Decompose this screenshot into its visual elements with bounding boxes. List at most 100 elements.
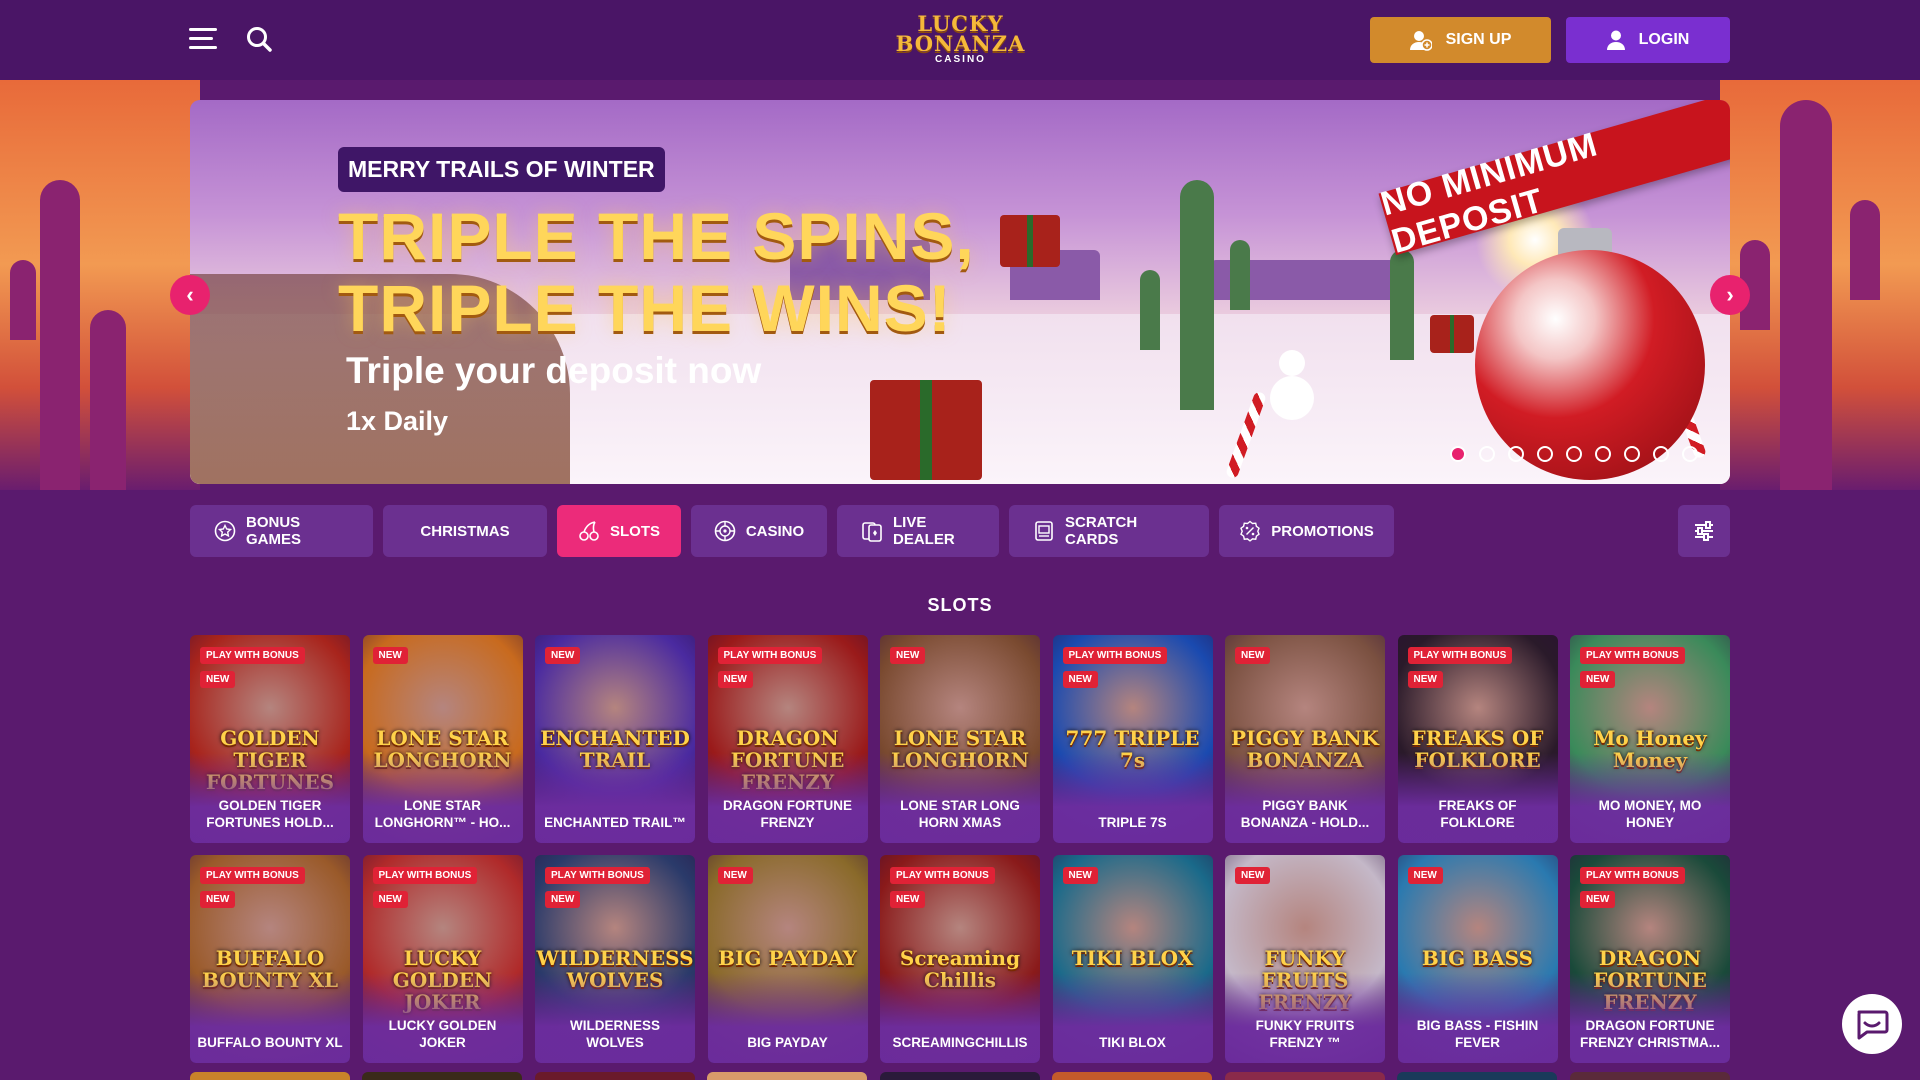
tab-label: CHRISTMAS	[420, 522, 510, 540]
logo-text-main: BONANZA	[895, 31, 1026, 56]
chat-icon	[1857, 1010, 1889, 1040]
top-header: LUCKY BONANZA CASINO SIGN UP LOGIN	[0, 0, 1920, 80]
game-card[interactable]: Mo Honey MoneyPLAY WITH BONUSNEWMO MONEY…	[1570, 635, 1730, 843]
tab-live-dealer[interactable]: LIVE DEALER	[837, 505, 999, 557]
game-title: DRAGON FORTUNE FRENZY CHRISTMA...	[1579, 1018, 1720, 1050]
new-badge: NEW	[545, 891, 581, 908]
tab-promotions[interactable]: PROMOTIONS	[1219, 505, 1394, 557]
cherries-icon	[578, 520, 600, 542]
game-card[interactable]: TIKI BLOX NEW TIKI BLOX	[1052, 855, 1213, 1063]
game-card[interactable]: DRAGON FORTUNE FRENZYPLAY WITH BONUSNEWD…	[1570, 855, 1730, 1063]
game-card[interactable]: WILDERNESS WOLVESPLAY WITH BONUSNEWWILDE…	[535, 855, 695, 1063]
background-desert-left	[0, 80, 200, 490]
site-logo[interactable]: LUCKY BONANZA CASINO	[888, 13, 1033, 66]
game-title: WILDERNESS WOLVES	[569, 1018, 660, 1050]
cards-icon	[861, 520, 883, 542]
live-chat-button[interactable]	[1842, 994, 1902, 1054]
play-with-bonus-badge: PLAY WITH BONUS	[1580, 867, 1685, 884]
play-with-bonus-badge: PLAY WITH BONUS	[1407, 647, 1513, 664]
banner-next-button[interactable]: ›	[1710, 275, 1750, 315]
new-badge: NEW	[1580, 671, 1616, 688]
tab-label: LIVE DEALER	[893, 514, 955, 548]
game-art-title: BIG PAYDAY	[718, 946, 857, 970]
star-badge-icon	[214, 520, 236, 542]
game-title: LONE STAR LONGHORN™ - HO...	[374, 798, 511, 830]
new-badge: NEW	[1407, 671, 1443, 688]
tab-label: BONUS GAMES	[246, 514, 302, 548]
menu-icon[interactable]	[189, 28, 217, 50]
game-card[interactable]: GOLDEN TIGER FORTUNESPLAY WITH BONUSNEWG…	[190, 635, 350, 843]
tab-christmas[interactable]: CHRISTMAS	[383, 505, 547, 557]
roulette-icon	[714, 520, 736, 542]
game-title: DRAGON FORTUNE FRENZY	[723, 798, 852, 830]
add-user-icon	[1409, 31, 1432, 51]
game-title: LONE STAR LONG HORN XMAS	[900, 798, 1020, 830]
game-card[interactable]: Screaming ChillisPLAY WITH BONUSNEWSCREA…	[880, 855, 1040, 1063]
banner-dot[interactable]	[1479, 446, 1495, 462]
game-card[interactable]: 777 TRIPLE 7sPLAY WITH BONUSNEWTRIPLE 7S	[1052, 635, 1213, 843]
game-card[interactable]: ENCHANTED TRAILNEWENCHANTED TRAIL™	[535, 635, 695, 843]
new-badge: NEW	[1580, 891, 1616, 908]
gift-box	[1430, 315, 1474, 353]
tab-bonus-games[interactable]: BONUS GAMES	[190, 505, 373, 557]
play-with-bonus-badge: PLAY WITH BONUS	[890, 867, 995, 884]
game-card[interactable]: DRAGON FORTUNE FRENZYPLAY WITH BONUSNEWD…	[707, 635, 868, 843]
banner-dot[interactable]	[1624, 446, 1640, 462]
signup-label: SIGN UP	[1445, 31, 1512, 48]
play-with-bonus-badge: PLAY WITH BONUS	[1062, 647, 1168, 664]
banner-dot[interactable]	[1537, 446, 1553, 462]
game-card[interactable]: BIG PAYDAY NEW BIG PAYDAY	[707, 855, 868, 1063]
section-title: SLOTS	[927, 595, 993, 615]
new-badge: NEW	[1407, 867, 1443, 884]
new-badge: NEW	[717, 867, 753, 884]
game-title: BIG PAYDAY	[747, 1035, 828, 1050]
chevron-right-icon: ›	[1726, 282, 1734, 307]
signup-button[interactable]: SIGN UP	[1370, 17, 1551, 63]
search-icon[interactable]	[245, 25, 273, 53]
gift-box	[1000, 215, 1060, 267]
banner-dot[interactable]	[1595, 446, 1611, 462]
banner-dot[interactable]	[1508, 446, 1524, 462]
banner-dot[interactable]	[1653, 446, 1669, 462]
game-card[interactable]: BIG BASS NEW BIG BASS - FISHIN FEVER	[1397, 855, 1558, 1063]
new-badge: NEW	[372, 891, 408, 908]
chevron-left-icon: ‹	[186, 282, 194, 307]
new-badge: NEW	[890, 647, 926, 664]
banner-prev-button[interactable]: ‹	[170, 275, 210, 315]
banner-dot[interactable]	[1450, 446, 1466, 462]
sliders-icon	[1695, 521, 1713, 541]
game-title: GOLDEN TIGER FORTUNES HOLD...	[206, 798, 334, 830]
game-card[interactable]: BUFFALO BOUNTY XLPLAY WITH BONUSNEWBUFFA…	[190, 855, 350, 1063]
ticket-icon	[1033, 520, 1055, 542]
new-badge: NEW	[1062, 671, 1098, 688]
game-title: MO MONEY, MO HONEY	[1598, 798, 1702, 830]
banner-subline: Triple your deposit now	[346, 350, 762, 391]
tab-casino[interactable]: CASINO	[691, 505, 827, 557]
login-button[interactable]: LOGIN	[1566, 17, 1730, 63]
banner-headline-line1: TRIPLE THE SPINS,	[338, 199, 975, 273]
play-with-bonus-badge: PLAY WITH BONUS	[545, 867, 650, 884]
banner-headline-line2: TRIPLE THE WINS!	[338, 271, 952, 345]
game-card[interactable]: FREAKS OF FOLKLOREPLAY WITH BONUSNEWFREA…	[1397, 635, 1558, 843]
game-card[interactable]: PIGGY BANK BONANZANEWPIGGY BANK BONANZA …	[1225, 635, 1385, 843]
game-card[interactable]: LONE STAR LONGHORNNEWLONE STAR LONG HORN…	[880, 635, 1040, 843]
play-with-bonus-badge: PLAY WITH BONUS	[717, 647, 823, 664]
game-card[interactable]: LUCKY GOLDEN JOKERPLAY WITH BONUSNEWLUCK…	[362, 855, 523, 1063]
game-card[interactable]: LONE STAR LONGHORNNEWLONE STAR LONGHORN™…	[362, 635, 523, 843]
banner-dot[interactable]	[1682, 446, 1698, 462]
gift-box	[870, 380, 982, 480]
tab-scratch-cards[interactable]: SCRATCH CARDS	[1009, 505, 1209, 557]
promo-banner[interactable]: NO MINIMUM DEPOSIT MERRY TRAILS OF WINTE…	[190, 100, 1730, 484]
login-label: LOGIN	[1638, 31, 1690, 48]
new-badge: NEW	[717, 671, 753, 688]
tab-slots[interactable]: SLOTS	[557, 505, 681, 557]
new-badge: NEW	[1235, 647, 1271, 664]
new-badge: NEW	[200, 891, 236, 908]
game-card[interactable]: FUNKY FRUITS FRENZYNEWFUNKY FRUITS FRENZ…	[1225, 855, 1385, 1063]
new-badge: NEW	[372, 647, 408, 664]
game-title: TRIPLE 7S	[1098, 815, 1167, 830]
banner-tag: MERRY TRAILS OF WINTER	[338, 147, 665, 192]
background-desert-right	[1720, 80, 1920, 490]
banner-dot[interactable]	[1566, 446, 1582, 462]
filter-button[interactable]	[1678, 505, 1730, 557]
